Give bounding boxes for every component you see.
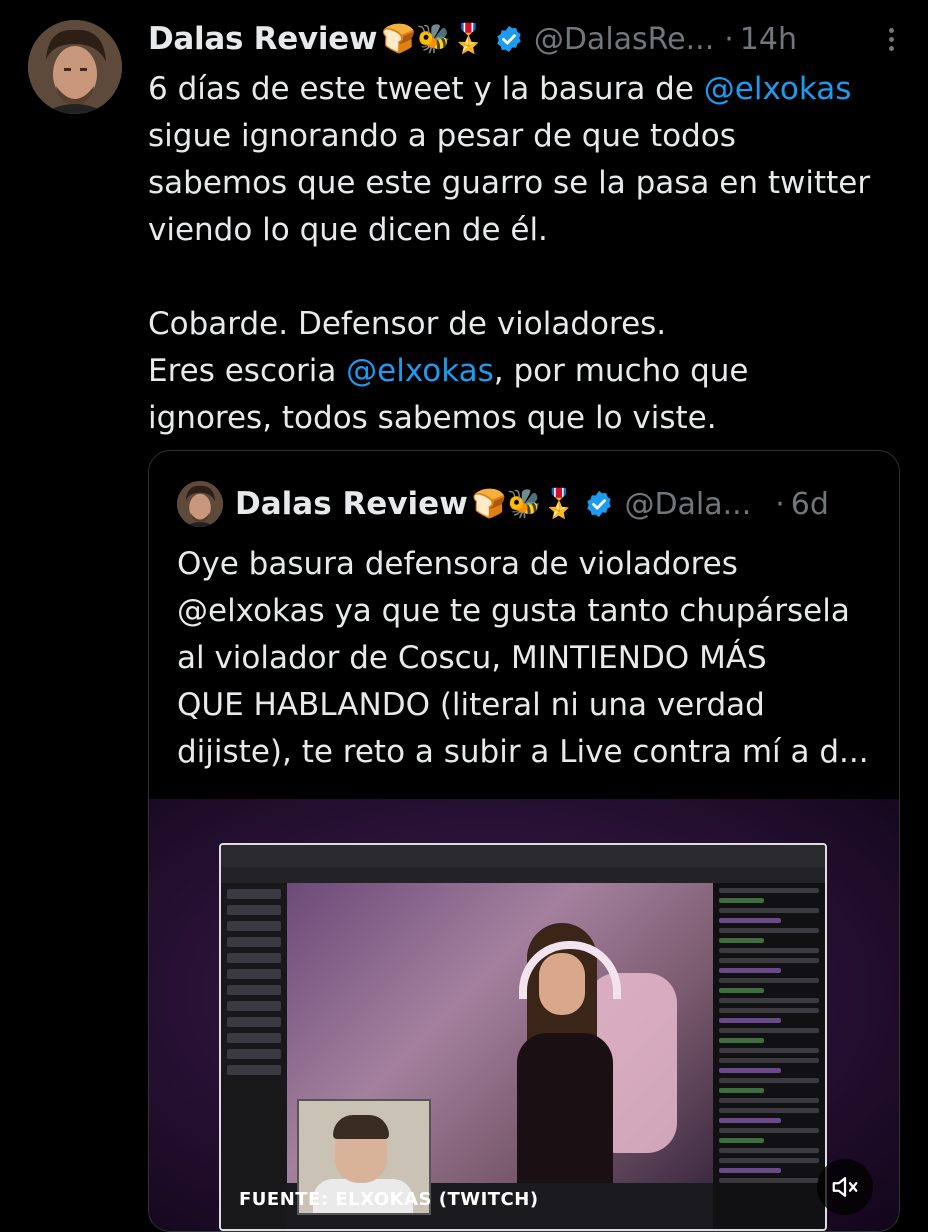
quoted-author-avatar bbox=[177, 481, 223, 527]
author-avatar[interactable] bbox=[28, 20, 122, 114]
tweet-text-segment: 6 días de este tweet y la basura de bbox=[148, 71, 704, 107]
tweet-text-line: viendo lo que dicen de él. bbox=[148, 207, 908, 254]
more-options-icon[interactable] bbox=[883, 24, 900, 55]
tweet-text: 6 días de este tweet y la basura de @elx… bbox=[148, 66, 908, 442]
quoted-text-line: Oye basura defensora de violadores bbox=[177, 546, 738, 582]
browser-toolbar bbox=[221, 845, 825, 868]
mention-link[interactable]: @elxokas bbox=[346, 353, 494, 389]
quoted-text-line: QUE HABLANDO (literal ni una verdad bbox=[177, 687, 765, 723]
stream-view bbox=[287, 883, 713, 1215]
separator-dot: · bbox=[724, 21, 734, 57]
tweet-timestamp[interactable]: 14h bbox=[740, 22, 797, 57]
browser-bookmarks-bar bbox=[221, 867, 825, 883]
tweet-text-line: Eres escoria @elxokas, por mucho que bbox=[148, 348, 908, 395]
tweet-text-segment: sabemos que este guarro se la pasa en tw… bbox=[148, 165, 871, 201]
tweet-text-line: ignores, todos sabemos que lo viste. bbox=[148, 395, 908, 442]
tweet-text-line: 6 días de este tweet y la basura de @elx… bbox=[148, 66, 908, 113]
quoted-author-name: Dalas Review bbox=[235, 486, 468, 522]
tweet-text-segment: Cobarde. Defensor de violadores. bbox=[148, 306, 667, 342]
tweet-text-segment: sigue ignorando a pesar de que todos bbox=[148, 118, 736, 154]
quoted-header: Dalas Review 🍞🐝🎖️ @Dala... · 6d bbox=[177, 479, 871, 529]
author-name[interactable]: Dalas Review bbox=[148, 21, 378, 57]
name-emojis: 🍞🐝🎖️ bbox=[381, 22, 486, 55]
quoted-text-line: al violador de Coscu, MINTIENDO MÁS bbox=[177, 640, 767, 676]
tweet-text-segment: viendo lo que dicen de él. bbox=[148, 212, 548, 248]
tweet-text-segment: ignores, todos sabemos que lo viste. bbox=[148, 400, 717, 436]
quoted-text-line: dijiste), te reto a subir a Live contra … bbox=[177, 734, 869, 770]
tweet-text-line: sabemos que este guarro se la pasa en tw… bbox=[148, 160, 908, 207]
quoted-video[interactable]: FUENTE: ELXOKAS (TWITCH) bbox=[149, 799, 899, 1231]
tweet-text-segment: , por mucho que bbox=[493, 353, 749, 389]
streamer-body bbox=[517, 1033, 613, 1183]
tweet-text-segment: Eres escoria bbox=[148, 353, 347, 389]
separator-dot: · bbox=[775, 486, 785, 522]
tweet-text-line bbox=[148, 254, 908, 301]
author-handle[interactable]: @DalasRe... bbox=[534, 22, 714, 57]
quoted-text-line: @elxokas ya que te gusta tanto chupársel… bbox=[177, 593, 850, 629]
tweet-text-line: Cobarde. Defensor de violadores. bbox=[148, 301, 908, 348]
quoted-author-handle: @Dala... bbox=[624, 486, 752, 522]
quoted-name-emojis: 🍞🐝🎖️ bbox=[471, 487, 577, 520]
stream-sidebar bbox=[221, 883, 287, 1229]
verified-badge-icon bbox=[494, 24, 524, 54]
tweet-text-line: sigue ignorando a pesar de que todos bbox=[148, 113, 908, 160]
tweet-header: Dalas Review 🍞🐝🎖️ @DalasRe... · 14h bbox=[148, 16, 900, 62]
video-frame: FUENTE: ELXOKAS (TWITCH) bbox=[219, 843, 827, 1231]
muted-speaker-icon[interactable] bbox=[817, 1159, 873, 1215]
quoted-tweet[interactable]: Dalas Review 🍞🐝🎖️ @Dala... · 6d Oye basu… bbox=[148, 450, 900, 1232]
verified-badge-icon bbox=[584, 489, 614, 519]
quoted-timestamp: 6d bbox=[790, 486, 829, 522]
stream-chat bbox=[713, 883, 825, 1229]
quoted-text: Oye basura defensora de violadores @elxok… bbox=[177, 541, 877, 776]
mention-link[interactable]: @elxokas bbox=[704, 71, 852, 107]
